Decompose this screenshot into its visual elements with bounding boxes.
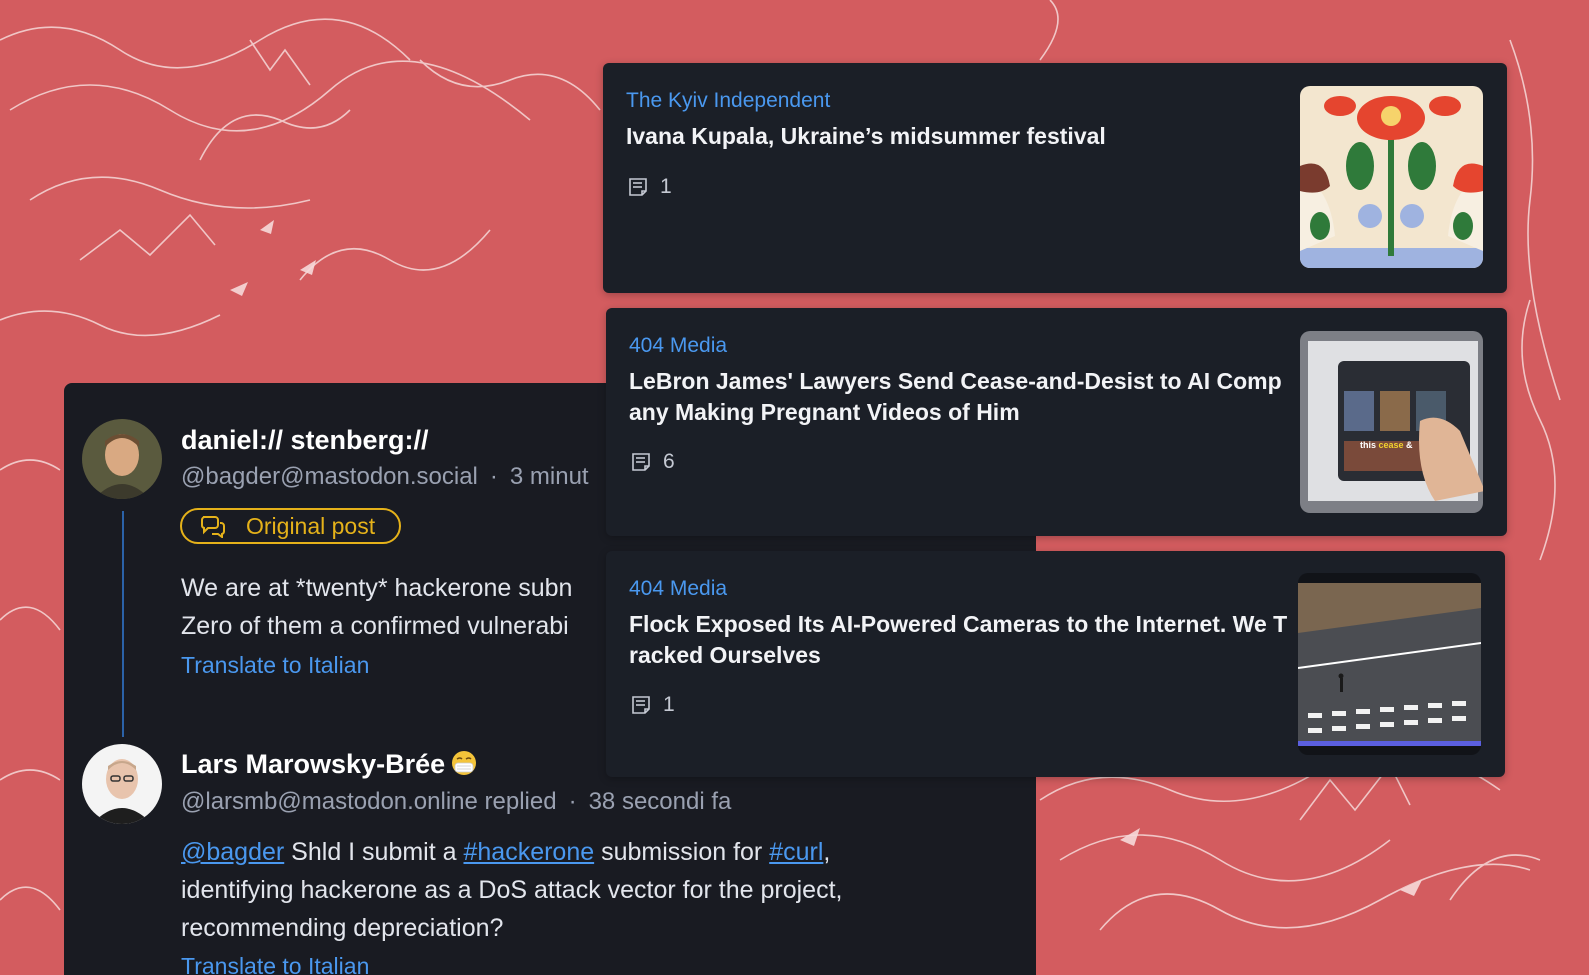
translate-link[interactable]: Translate to Italian [181,652,369,679]
reply-text: , [823,838,831,866]
thumb-caption-highlight: cease [1379,440,1404,450]
comment-icon [632,453,650,471]
reply-text-line: identifying hackerone as a DoS attack ve… [181,876,843,904]
original-post-badge: Original post [180,508,401,544]
reply-text: submission for [594,838,770,866]
reply-author-name-text: Lars Marowsky-Brée [181,749,446,779]
reply-author-handle[interactable]: @larsmb@mastodon.online replied [181,788,557,815]
post-author-handle[interactable]: @bagder@mastodon.social [181,463,478,490]
news-title[interactable]: LeBron James' Lawyers Send Cease-and-Des… [629,366,1289,428]
reply-meta: @larsmb@mastodon.online replied · 38 secon… [181,788,731,816]
avatar[interactable] [82,419,162,499]
mask-emoji-icon [452,751,477,775]
post-text-line: Zero of them a confirmed vulnerabi [181,612,569,640]
mention-link[interactable]: @bagder [181,838,284,866]
news-card[interactable]: The Kyiv Independent Ivana Kupala, Ukrai… [603,63,1507,293]
reply-text: Shld I submit a [284,838,464,866]
comment-count[interactable]: 6 [631,450,675,474]
reply-author-name[interactable]: Lars Marowsky-Brée [181,749,477,780]
thumb-caption: this [1360,440,1379,450]
news-source[interactable]: The Kyiv Independent [626,89,830,113]
svg-text:this cease &: this cease & [1360,440,1413,450]
translate-link[interactable]: Translate to Italian [181,953,369,975]
comment-count[interactable]: 1 [631,693,675,717]
news-thumbnail[interactable]: this cease & [1300,331,1483,513]
meta-separator: · [489,463,498,490]
news-card[interactable]: 404 Media Flock Exposed Its AI-Powered C… [606,551,1505,777]
post-author-name[interactable]: daniel:// stenberg:// [181,425,429,456]
thread-connector [122,511,124,737]
news-card[interactable]: 404 Media LeBron James' Lawyers Send Cea… [606,308,1507,536]
post-meta: @bagder@mastodon.social · 3 minut [181,463,589,491]
hashtag-link[interactable]: #curl [769,838,823,866]
reply-body: @bagder Shld I submit a #hackerone submi… [181,833,842,947]
news-title[interactable]: Flock Exposed Its AI-Powered Cameras to … [629,609,1289,671]
news-source[interactable]: 404 Media [629,334,727,358]
reply-text-line: @bagder Shld I submit a #hackerone submi… [181,833,842,871]
post-timestamp[interactable]: 3 minut [510,463,589,490]
comment-count-value: 1 [660,175,672,198]
news-thumbnail[interactable] [1298,573,1481,755]
news-source[interactable]: 404 Media [629,577,727,601]
reply-text-line: recommending depreciation? [181,914,504,942]
folk-art-image [1300,86,1483,268]
reply-timestamp[interactable]: 38 secondi fa [589,788,732,815]
avatar[interactable] [82,744,162,824]
chat-bubbles-icon [201,516,225,538]
hashtag-link[interactable]: #hackerone [463,838,594,866]
comment-icon [629,178,647,196]
comment-count-value: 6 [663,450,675,473]
comment-count-value: 1 [663,693,675,716]
tablet-photo-image: this cease & [1300,331,1483,513]
news-title[interactable]: Ivana Kupala, Ukraine’s midsummer festiv… [626,121,1286,152]
camera-footage-image [1298,573,1481,755]
post-text-line: We are at *twenty* hackerone subn [181,574,573,602]
comment-icon [632,696,650,714]
meta-separator: · [568,788,577,815]
thumb-caption: & [1404,440,1414,450]
news-thumbnail[interactable] [1300,86,1483,268]
post-body: We are at *twenty* hackerone subn Zero o… [181,569,572,645]
comment-count[interactable]: 1 [628,175,672,199]
original-post-label: Original post [246,512,376,539]
